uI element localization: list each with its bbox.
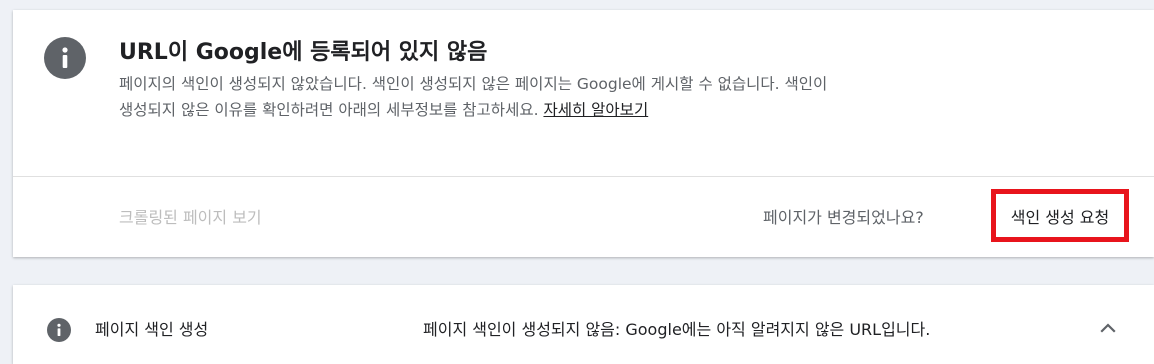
view-crawled-page-button[interactable]: 크롤링된 페이지 보기 — [119, 204, 262, 228]
status-card: URL이 Google에 등록되어 있지 않음 페이지의 색인이 생성되지 않았… — [13, 10, 1154, 257]
indexing-status: 페이지 색인이 생성되지 않음: Google에는 아직 알려지지 않은 URL… — [423, 320, 931, 339]
status-description-text: 페이지의 색인이 생성되지 않았습니다. 색인이 생성되지 않은 페이지는 Go… — [119, 75, 828, 119]
status-title: URL이 Google에 등록되어 있지 않음 — [119, 40, 488, 65]
page-indexing-section[interactable]: 페이지 색인 생성 페이지 색인이 생성되지 않음: Google에는 아직 알… — [13, 285, 1154, 364]
divider — [13, 176, 1154, 177]
chevron-up-icon[interactable] — [1097, 317, 1119, 339]
info-icon — [44, 37, 86, 79]
request-indexing-button[interactable]: 색인 생성 요청 — [991, 189, 1129, 242]
page-changed-question: 페이지가 변경되었나요? — [763, 208, 924, 227]
section-title: 페이지 색인 생성 — [95, 320, 209, 339]
status-description: 페이지의 색인이 생성되지 않았습니다. 색인이 생성되지 않은 페이지는 Go… — [119, 71, 839, 123]
learn-more-link[interactable]: 자세히 알아보기 — [543, 101, 648, 119]
info-icon — [47, 318, 71, 342]
